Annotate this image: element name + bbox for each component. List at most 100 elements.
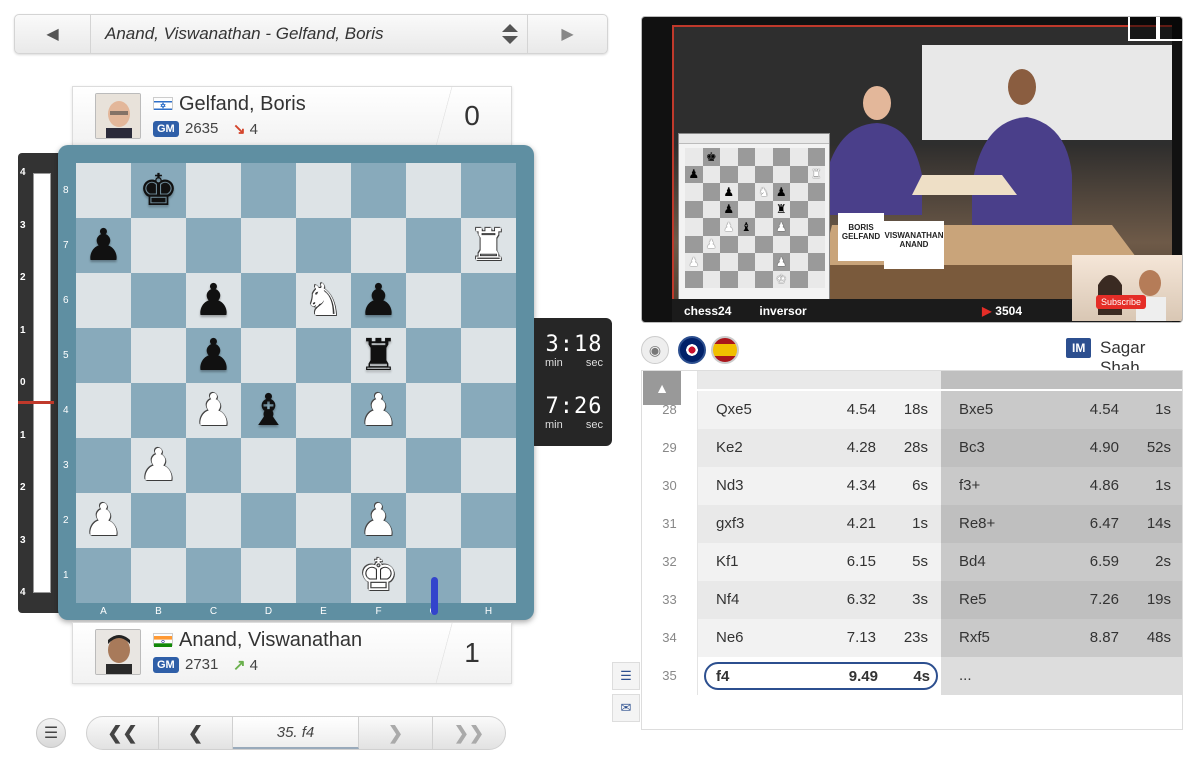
chess-board[interactable]: ♚ ♟ ♜ ♟ ♞ ♟ ♟ ♜ ♟ ♝ ♟ ♟ ♟ ♟ ♚ [76, 163, 516, 603]
square-h7[interactable]: ♜ [461, 218, 516, 273]
square-b8[interactable]: ♚ [131, 163, 186, 218]
square-h6[interactable] [461, 273, 516, 328]
white-move-cell[interactable]: Ke2 4.28 28s [698, 429, 941, 467]
square-h4[interactable] [461, 383, 516, 438]
square-b1[interactable] [131, 548, 186, 603]
next-move-button[interactable]: ❯ [359, 717, 433, 749]
move-list[interactable]: ▲ 28 Qxe5 4.54 18s Bxe5 4.54 1s 29 Ke2 4.28 28s Bc3… [641, 370, 1183, 730]
square-a8[interactable] [76, 163, 131, 218]
black-rook-icon[interactable]: ♜ [359, 333, 398, 378]
black-move[interactable]: Re8+ [941, 505, 1041, 543]
black-king-icon[interactable]: ♚ [139, 168, 178, 213]
square-g4[interactable] [406, 383, 461, 438]
current-move-highlight[interactable]: f4 9.49 4s [704, 662, 938, 690]
menu-button[interactable]: ☰ [36, 718, 66, 748]
square-g7[interactable] [406, 218, 461, 273]
square-a1[interactable] [76, 548, 131, 603]
move-row[interactable]: 35 f4 9.49 4s... [642, 657, 1182, 695]
square-h5[interactable] [461, 328, 516, 383]
square-c5[interactable]: ♟ [186, 328, 241, 383]
black-move-cell[interactable]: Rxf5 8.87 48s [941, 619, 1182, 657]
first-move-button[interactable]: ❮❮ [87, 717, 159, 749]
white-move-cell[interactable]: Ne6 7.13 23s [698, 619, 941, 657]
square-f6[interactable]: ♟ [351, 273, 406, 328]
square-a5[interactable] [76, 328, 131, 383]
square-c6[interactable]: ♟ [186, 273, 241, 328]
square-d3[interactable] [241, 438, 296, 493]
square-e3[interactable] [296, 438, 351, 493]
square-f7[interactable] [351, 218, 406, 273]
square-e6[interactable]: ♞ [296, 273, 351, 328]
white-knight-icon[interactable]: ♞ [304, 278, 343, 323]
white-move[interactable]: Ne6 [698, 619, 798, 657]
square-d7[interactable] [241, 218, 296, 273]
square-c8[interactable] [186, 163, 241, 218]
white-move-cell[interactable]: Kf1 6.15 5s [698, 543, 941, 581]
black-move[interactable]: Bxe5 [941, 391, 1041, 429]
square-h1[interactable] [461, 548, 516, 603]
square-g6[interactable] [406, 273, 461, 328]
black-pawn-icon[interactable]: ♟ [84, 223, 123, 268]
white-move-cell[interactable]: Qxe5 4.54 18s [698, 391, 941, 429]
english-language-button[interactable] [678, 336, 706, 364]
last-move-button[interactable]: ❯❯ [433, 717, 505, 749]
spanish-language-button[interactable] [711, 336, 739, 364]
square-f5[interactable]: ♜ [351, 328, 406, 383]
square-b3[interactable]: ♟ [131, 438, 186, 493]
move-row[interactable]: 33 Nf4 6.32 3s Re5 7.26 19s [642, 581, 1182, 619]
square-g5[interactable] [406, 328, 461, 383]
white-move[interactable]: Kf1 [698, 543, 798, 581]
square-a7[interactable]: ♟ [76, 218, 131, 273]
square-d8[interactable] [241, 163, 296, 218]
square-f2[interactable]: ♟ [351, 493, 406, 548]
square-a3[interactable] [76, 438, 131, 493]
square-h2[interactable] [461, 493, 516, 548]
square-e2[interactable] [296, 493, 351, 548]
square-b6[interactable] [131, 273, 186, 328]
black-move[interactable]: Rxf5 [941, 619, 1041, 657]
square-c7[interactable] [186, 218, 241, 273]
white-move[interactable]: Nf4 [698, 581, 798, 619]
white-move-cell[interactable]: gxf3 4.21 1s [698, 505, 941, 543]
square-h8[interactable] [461, 163, 516, 218]
square-d6[interactable] [241, 273, 296, 328]
white-rook-icon[interactable]: ♜ [469, 223, 508, 268]
square-f3[interactable] [351, 438, 406, 493]
black-bishop-icon[interactable]: ♝ [249, 388, 288, 433]
black-move[interactable]: ... [941, 657, 1041, 695]
black-move[interactable]: Bc3 [941, 429, 1041, 467]
previous-game-button[interactable]: ◀ [15, 15, 91, 53]
square-a4[interactable] [76, 383, 131, 438]
white-move[interactable]: Qxe5 [698, 391, 798, 429]
square-e5[interactable] [296, 328, 351, 383]
white-king-icon[interactable]: ♚ [359, 553, 398, 598]
notation-view-icon[interactable]: ☰ [612, 662, 640, 690]
square-d1[interactable] [241, 548, 296, 603]
black-move[interactable]: Re5 [941, 581, 1041, 619]
black-move-cell[interactable]: Bc3 4.90 52s [941, 429, 1182, 467]
black-move-cell[interactable]: f3+ 4.86 1s [941, 467, 1182, 505]
square-e7[interactable] [296, 218, 351, 273]
popout-icon[interactable] [1128, 17, 1158, 41]
black-pawn-icon[interactable]: ♟ [194, 278, 233, 323]
game-title[interactable]: Anand, Viswanathan - Gelfand, Boris [91, 15, 527, 53]
square-f4[interactable]: ♟ [351, 383, 406, 438]
game-selector[interactable]: ◀ Anand, Viswanathan - Gelfand, Boris ▶ [14, 14, 608, 54]
move-row[interactable]: 28 Qxe5 4.54 18s Bxe5 4.54 1s [642, 391, 1182, 429]
subscribe-badge[interactable]: Subscribe [1096, 295, 1147, 309]
square-e8[interactable] [296, 163, 351, 218]
white-pawn-icon[interactable]: ♟ [84, 498, 123, 543]
fullscreen-icon[interactable] [1158, 17, 1182, 41]
scroll-up-button[interactable]: ▲ [643, 371, 681, 405]
square-e1[interactable] [296, 548, 351, 603]
square-c3[interactable] [186, 438, 241, 493]
black-pawn-icon[interactable]: ♟ [359, 278, 398, 323]
square-g3[interactable] [406, 438, 461, 493]
white-pawn-icon[interactable]: ♟ [194, 388, 233, 433]
move-row[interactable]: 34 Ne6 7.13 23s Rxf5 8.87 48s [642, 619, 1182, 657]
move-row[interactable]: 30 Nd3 4.34 6s f3+ 4.86 1s [642, 467, 1182, 505]
square-d2[interactable] [241, 493, 296, 548]
square-b7[interactable] [131, 218, 186, 273]
black-move[interactable]: f3+ [941, 467, 1041, 505]
square-e4[interactable] [296, 383, 351, 438]
